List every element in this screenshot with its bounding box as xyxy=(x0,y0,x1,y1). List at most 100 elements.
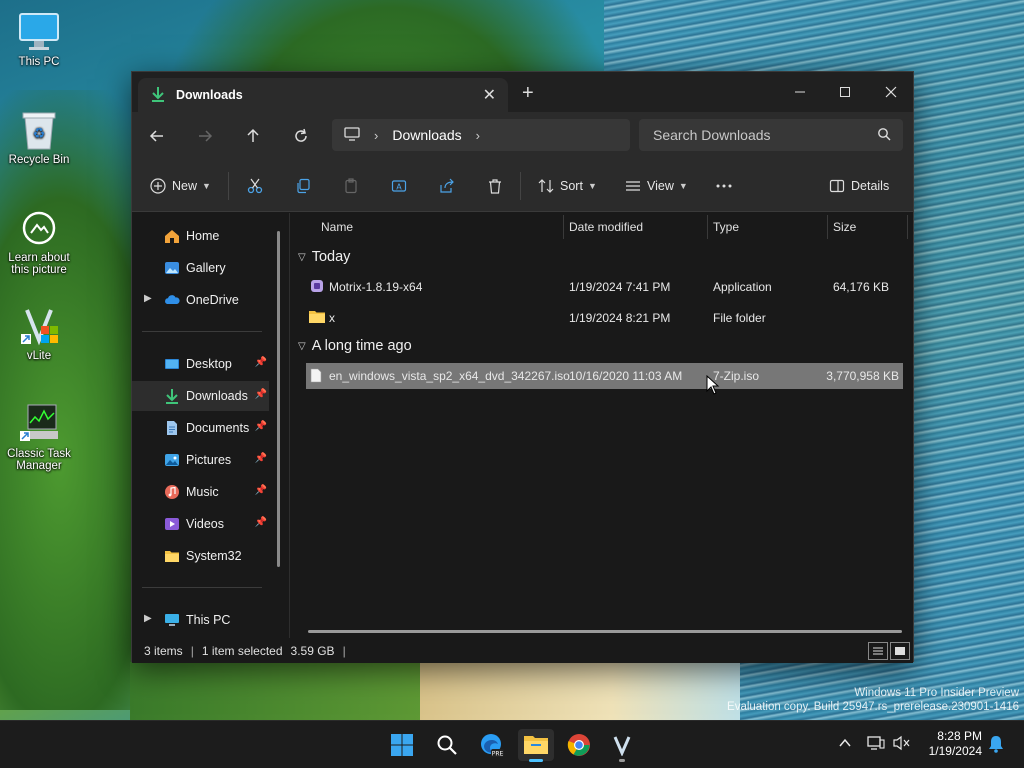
nav-label: Videos xyxy=(186,517,224,531)
group-header-today[interactable]: ▽ Today xyxy=(298,249,350,265)
notification-button[interactable] xyxy=(988,735,1004,756)
view-label: View xyxy=(647,179,674,193)
new-tab-button[interactable]: + xyxy=(522,82,534,105)
file-name: x xyxy=(329,311,335,325)
pin-icon[interactable]: 📌 xyxy=(255,485,267,496)
column-divider[interactable] xyxy=(827,215,828,239)
recycle-bin-icon: ♻ xyxy=(17,108,61,152)
paste-button[interactable] xyxy=(343,174,359,198)
active-indicator xyxy=(529,759,543,762)
close-tab-icon[interactable]: ✕ xyxy=(483,85,496,105)
copy-button[interactable] xyxy=(295,174,311,198)
start-button[interactable] xyxy=(384,729,420,761)
cut-button[interactable] xyxy=(247,174,263,198)
tab-downloads[interactable]: Downloads ✕ xyxy=(138,78,508,112)
chevron-right-icon[interactable]: ▶ xyxy=(144,613,152,624)
arrow-up-icon xyxy=(247,128,259,142)
pin-icon[interactable]: 📌 xyxy=(255,389,267,400)
mouse-cursor xyxy=(706,374,720,398)
large-icons-view-button[interactable] xyxy=(890,642,910,660)
file-name: en_windows_vista_sp2_x64_dvd_342267.iso xyxy=(329,369,570,383)
desktop-icon-classic-task-manager[interactable]: Classic Task Manager xyxy=(1,402,77,472)
breadcrumb-downloads[interactable]: Downloads xyxy=(392,127,461,143)
delete-button[interactable] xyxy=(487,174,503,198)
new-button[interactable]: New ▼ xyxy=(150,174,211,198)
file-explorer-window: Downloads ✕ + › Downloads › Search Downl… xyxy=(131,71,914,663)
view-button[interactable]: View ▼ xyxy=(625,174,688,198)
network-button[interactable] xyxy=(867,735,885,754)
chevron-right-icon[interactable]: › xyxy=(374,128,378,143)
search-button[interactable] xyxy=(429,729,465,761)
details-label: Details xyxy=(851,179,890,193)
edge-preview-button[interactable]: PRE xyxy=(474,729,510,761)
table-row[interactable]: Motrix-1.8.19-x64 1/19/2024 7:41 PM Appl… xyxy=(306,274,903,300)
address-bar[interactable]: › Downloads › xyxy=(332,119,630,151)
file-date: 1/19/2024 8:21 PM xyxy=(569,311,671,325)
nav-item-home[interactable]: Home xyxy=(132,221,269,251)
nav-item-system32[interactable]: System32 xyxy=(132,541,269,571)
column-header-date[interactable]: Date modified xyxy=(569,213,643,241)
nav-item-documents[interactable]: Documents 📌 xyxy=(132,413,269,443)
details-view-button[interactable] xyxy=(868,642,888,660)
table-row[interactable]: en_windows_vista_sp2_x64_dvd_342267.iso … xyxy=(306,363,903,389)
desktop-icon-this-pc[interactable]: This PC xyxy=(1,10,77,68)
status-bar: 3 items | 1 item selected 3.59 GB | xyxy=(132,638,913,663)
nav-item-music[interactable]: Music 📌 xyxy=(132,477,269,507)
chevron-right-icon[interactable]: ▶ xyxy=(144,293,152,304)
svg-text:A: A xyxy=(396,183,402,192)
nav-item-pictures[interactable]: Pictures 📌 xyxy=(132,445,269,475)
horizontal-scrollbar[interactable] xyxy=(308,630,902,633)
column-header-type[interactable]: Type xyxy=(713,213,739,241)
pin-icon[interactable]: 📌 xyxy=(255,453,267,464)
new-label: New xyxy=(172,179,198,193)
nav-item-this-pc[interactable]: ▶ This PC xyxy=(132,605,269,635)
more-options-button[interactable] xyxy=(715,174,733,198)
column-divider[interactable] xyxy=(707,215,708,239)
rename-button[interactable]: A xyxy=(391,174,407,198)
nav-scrollbar[interactable] xyxy=(277,231,280,567)
desktop-icon-learn-about-picture[interactable]: Learn about this picture xyxy=(1,206,77,276)
clock-date: 1/19/2024 xyxy=(928,744,982,758)
volume-button[interactable] xyxy=(893,735,911,754)
svg-text:PRE: PRE xyxy=(492,750,504,757)
refresh-button[interactable] xyxy=(288,124,314,148)
arrow-left-icon xyxy=(149,130,163,142)
share-button[interactable] xyxy=(439,174,455,198)
chevron-right-icon[interactable]: › xyxy=(476,128,480,143)
sort-button[interactable]: Sort ▼ xyxy=(538,174,597,198)
pin-icon[interactable]: 📌 xyxy=(255,517,267,528)
maximize-button[interactable] xyxy=(822,78,868,106)
column-divider[interactable] xyxy=(907,215,908,239)
show-hidden-icons-button[interactable] xyxy=(838,736,852,752)
thumbnail-view-icon xyxy=(895,647,905,655)
desktop-icon-recycle-bin[interactable]: ♻ Recycle Bin xyxy=(1,108,77,166)
chrome-button[interactable] xyxy=(561,729,597,761)
nav-item-gallery[interactable]: Gallery xyxy=(132,253,269,283)
column-header-size[interactable]: Size xyxy=(833,213,856,241)
nav-item-downloads[interactable]: Downloads 📌 xyxy=(132,381,269,411)
details-pane-button[interactable]: Details xyxy=(829,174,889,198)
pin-icon[interactable]: 📌 xyxy=(255,421,267,432)
back-button[interactable] xyxy=(144,124,170,148)
nav-item-videos[interactable]: Videos 📌 xyxy=(132,509,269,539)
clock[interactable]: 8:28 PM 1/19/2024 xyxy=(929,729,982,759)
title-bar[interactable]: Downloads ✕ + xyxy=(132,72,913,112)
table-row[interactable]: x 1/19/2024 8:21 PM File folder xyxy=(306,305,903,331)
vlite-taskbar-button[interactable] xyxy=(604,729,640,762)
file-size: 3,770,958 KB xyxy=(826,369,899,383)
forward-button[interactable] xyxy=(192,124,218,148)
file-list: Name Date modified Type Size ▽ Today Mot… xyxy=(289,213,913,638)
nav-item-desktop[interactable]: Desktop 📌 xyxy=(132,349,269,379)
desktop-icon-vlite[interactable]: vLite xyxy=(1,304,77,362)
column-divider[interactable] xyxy=(563,215,564,239)
file-explorer-taskbar-button[interactable] xyxy=(518,729,554,762)
nav-label: Desktop xyxy=(186,357,232,371)
close-window-button[interactable] xyxy=(868,78,914,106)
pin-icon[interactable]: 📌 xyxy=(255,357,267,368)
minimize-button[interactable] xyxy=(777,78,823,106)
column-header-name[interactable]: Name xyxy=(321,213,353,241)
search-input[interactable]: Search Downloads xyxy=(639,119,903,151)
nav-item-onedrive[interactable]: ▶ OneDrive xyxy=(132,285,269,315)
group-header-long-ago[interactable]: ▽ A long time ago xyxy=(298,338,412,354)
up-button[interactable] xyxy=(240,124,266,148)
